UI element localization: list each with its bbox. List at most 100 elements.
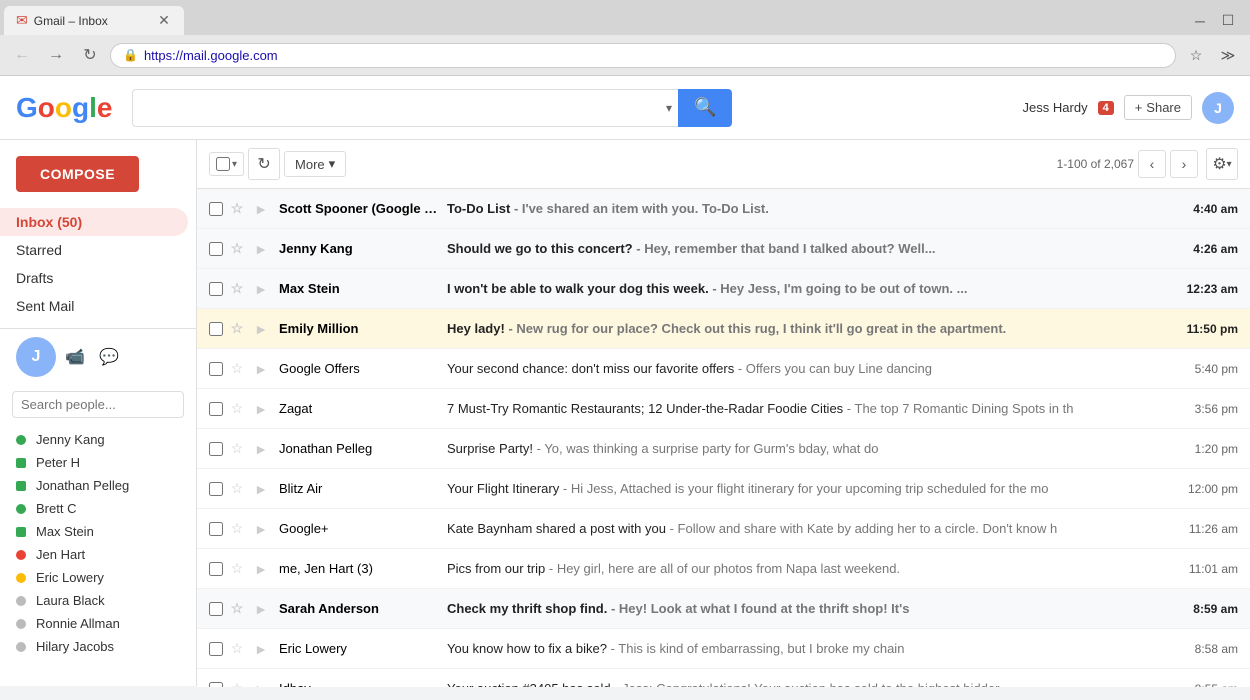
row-checkbox[interactable] (209, 402, 223, 416)
search-dropdown-icon[interactable]: ▾ (666, 101, 672, 115)
sidebar-item-inbox[interactable]: Inbox (50) (0, 208, 188, 236)
video-call-button[interactable]: 📹 (60, 342, 90, 372)
email-row-actions: ☆ ► (209, 519, 279, 539)
important-icon[interactable]: ► (251, 519, 271, 539)
notification-badge[interactable]: 4 (1098, 101, 1114, 115)
row-checkbox[interactable] (209, 562, 223, 576)
table-row[interactable]: ☆ ► Scott Spooner (Google Dr. To-Do List… (197, 189, 1250, 229)
row-checkbox[interactable] (209, 642, 223, 656)
settings-button[interactable]: ⚙ ▾ (1206, 148, 1238, 180)
row-checkbox[interactable] (209, 242, 223, 256)
table-row[interactable]: ☆ ► Sarah Anderson Check my thrift shop … (197, 589, 1250, 629)
table-row[interactable]: ☆ ► me, Jen Hart (3) Pics from our trip … (197, 549, 1250, 589)
next-page-button[interactable]: › (1170, 150, 1198, 178)
user-mini-avatar[interactable]: J (16, 337, 56, 377)
forward-button[interactable]: → (42, 41, 70, 69)
select-all-checkbox[interactable] (216, 157, 230, 171)
more-nav-button[interactable]: ≫ (1214, 41, 1242, 69)
row-checkbox[interactable] (209, 522, 223, 536)
important-icon[interactable]: ► (251, 479, 271, 499)
important-icon[interactable]: ► (251, 439, 271, 459)
star-icon[interactable]: ☆ (227, 439, 247, 459)
refresh-button[interactable]: ↻ (248, 148, 280, 180)
maximize-button[interactable]: ☐ (1214, 7, 1242, 35)
row-checkbox[interactable] (209, 682, 223, 688)
star-icon[interactable]: ☆ (227, 639, 247, 659)
email-time: 5:40 pm (1178, 362, 1238, 376)
table-row[interactable]: ☆ ► Max Stein I won't be able to walk yo… (197, 269, 1250, 309)
contact-item[interactable]: Laura Black (0, 589, 196, 612)
bookmark-button[interactable]: ☆ (1182, 41, 1210, 69)
important-icon[interactable]: ► (251, 399, 271, 419)
row-checkbox[interactable] (209, 442, 223, 456)
table-row[interactable]: ☆ ► Google Offers Your second chance: do… (197, 349, 1250, 389)
star-icon[interactable]: ☆ (227, 319, 247, 339)
sidebar-item-starred[interactable]: Starred (0, 236, 188, 264)
contact-item[interactable]: Jenny Kang (0, 428, 196, 451)
minimize-button[interactable]: ─ (1186, 7, 1214, 35)
select-dropdown-icon[interactable]: ▾ (232, 159, 237, 170)
row-checkbox[interactable] (209, 602, 223, 616)
more-button[interactable]: More ▾ (284, 151, 346, 177)
table-row[interactable]: ☆ ► Zagat 7 Must-Try Romantic Restaurant… (197, 389, 1250, 429)
contact-item[interactable]: Jonathan Pelleg (0, 474, 196, 497)
important-icon[interactable]: ► (251, 279, 271, 299)
prev-page-button[interactable]: ‹ (1138, 150, 1166, 178)
table-row[interactable]: ☆ ► Jonathan Pelleg Surprise Party! - Yo… (197, 429, 1250, 469)
star-icon[interactable]: ☆ (227, 679, 247, 688)
important-icon[interactable]: ► (251, 559, 271, 579)
table-row[interactable]: ☆ ► Blitz Air Your Flight Itinerary - Hi… (197, 469, 1250, 509)
contact-item[interactable]: Jen Hart (0, 543, 196, 566)
back-button[interactable]: ← (8, 41, 36, 69)
star-icon[interactable]: ☆ (227, 399, 247, 419)
contact-item[interactable]: Hilary Jacobs (0, 635, 196, 658)
user-avatar[interactable]: J (1202, 92, 1234, 124)
contact-avatar-section: J 📹 💬 (0, 328, 196, 385)
row-checkbox[interactable] (209, 202, 223, 216)
important-icon[interactable]: ► (251, 679, 271, 688)
important-icon[interactable]: ► (251, 199, 271, 219)
star-icon[interactable]: ☆ (227, 599, 247, 619)
row-checkbox[interactable] (209, 362, 223, 376)
contact-item[interactable]: Max Stein (0, 520, 196, 543)
sender: Eric Lowery (279, 641, 439, 656)
important-icon[interactable]: ► (251, 639, 271, 659)
search-input[interactable] (132, 89, 678, 127)
table-row[interactable]: ☆ ► Google+ Kate Baynham shared a post w… (197, 509, 1250, 549)
row-checkbox[interactable] (209, 482, 223, 496)
star-icon[interactable]: ☆ (227, 199, 247, 219)
contact-item[interactable]: Brett C (0, 497, 196, 520)
contact-item[interactable]: Eric Lowery (0, 566, 196, 589)
tab-close-button[interactable]: ✕ (156, 13, 172, 29)
search-people-input[interactable] (12, 391, 184, 418)
compose-button[interactable]: COMPOSE (16, 156, 139, 192)
star-icon[interactable]: ☆ (227, 559, 247, 579)
row-checkbox[interactable] (209, 282, 223, 296)
share-button[interactable]: + Share (1124, 95, 1192, 120)
important-icon[interactable]: ► (251, 599, 271, 619)
table-row[interactable]: ☆ ► Eric Lowery You know how to fix a bi… (197, 629, 1250, 669)
row-checkbox[interactable] (209, 322, 223, 336)
email-subject-preview: Kate Baynham shared a post with you - Fo… (447, 521, 1178, 536)
contact-item[interactable]: Ronnie Allman (0, 612, 196, 635)
select-all-checkbox-wrap[interactable]: ▾ (209, 152, 244, 176)
url-bar[interactable]: 🔒 https://mail.google.com (110, 43, 1176, 68)
important-icon[interactable]: ► (251, 239, 271, 259)
reload-button[interactable]: ↻ (76, 41, 104, 69)
table-row[interactable]: ☆ ► Emily Million Hey lady! - New rug fo… (197, 309, 1250, 349)
star-icon[interactable]: ☆ (227, 519, 247, 539)
star-icon[interactable]: ☆ (227, 279, 247, 299)
table-row[interactable]: ☆ ► Idbay Your auction #3405 has sold - … (197, 669, 1250, 687)
search-button[interactable]: 🔍 (678, 89, 732, 127)
star-icon[interactable]: ☆ (227, 239, 247, 259)
table-row[interactable]: ☆ ► Jenny Kang Should we go to this conc… (197, 229, 1250, 269)
star-icon[interactable]: ☆ (227, 479, 247, 499)
hangout-button[interactable]: 💬 (94, 342, 124, 372)
sidebar-item-drafts[interactable]: Drafts (0, 264, 188, 292)
sidebar-item-sent[interactable]: Sent Mail (0, 292, 188, 320)
important-icon[interactable]: ► (251, 359, 271, 379)
star-icon[interactable]: ☆ (227, 359, 247, 379)
important-icon[interactable]: ► (251, 319, 271, 339)
active-tab[interactable]: ✉ Gmail – Inbox ✕ (4, 6, 184, 35)
contact-item[interactable]: Peter H (0, 451, 196, 474)
